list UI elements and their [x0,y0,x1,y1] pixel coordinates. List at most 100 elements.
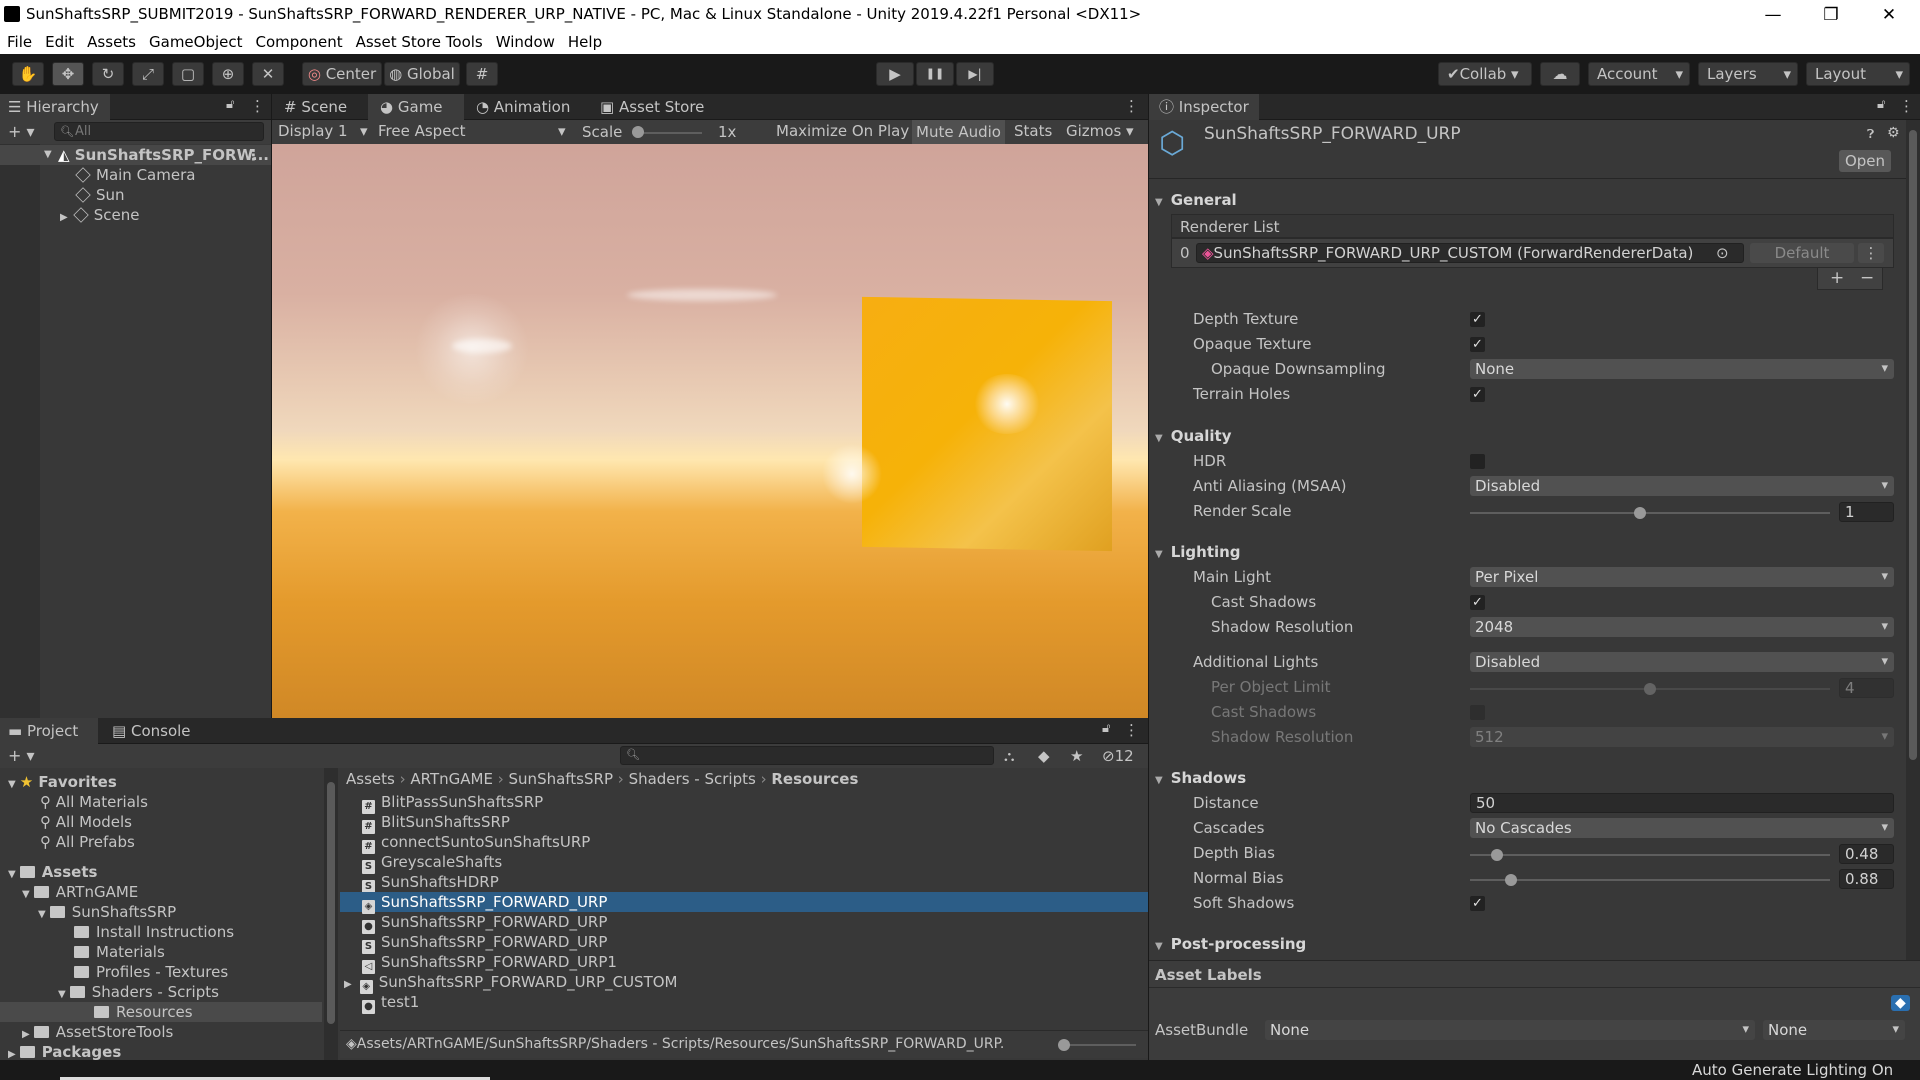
file-list-item[interactable]: # connectSuntoSunShaftsURP [340,832,1148,854]
scene-row[interactable]: ▼ ◭ SunShaftsSRP_FORW... ⋮ [0,145,271,165]
render-scale-slider[interactable] [1470,512,1830,514]
cloud-icon[interactable]: ☁ [1540,62,1580,86]
expand-arrow-icon[interactable]: ▼ [44,145,52,165]
scene-menu-icon[interactable]: ⋮ [246,145,261,165]
lock-icon[interactable]: 🔓︎ [226,97,234,112]
panel-menu-icon[interactable]: ⋮ [1124,721,1139,739]
layers-dropdown[interactable]: Layers ▾ [1698,62,1798,86]
menu-file[interactable]: File [0,30,38,51]
grid-snap-icon[interactable]: # [466,62,498,86]
cast-shadows-checkbox[interactable]: ✓ [1470,595,1485,610]
renderer-object-field[interactable]: ◈SunShaftsSRP_FORWARD_URP_CUSTOM (Forwar… [1196,243,1744,263]
menu-edit[interactable]: Edit [38,30,80,51]
expand-arrow-icon[interactable]: ▶ [60,212,68,223]
favorite-all-materials[interactable]: ⚲ All Materials [40,792,148,812]
section-shadows[interactable]: Shadows [1155,769,1246,787]
transform-tool-icon[interactable]: ⊕ [212,62,244,86]
game-render-viewport[interactable] [272,144,1148,718]
asset-bundle-dropdown[interactable]: None [1265,1020,1755,1040]
label-tag-icon[interactable]: ◆ [1891,995,1910,1011]
pause-button[interactable]: ❚❚ [916,62,954,86]
account-dropdown[interactable]: Account ▾ [1588,62,1690,86]
breadcrumb-sunshaftssrp[interactable]: SunShaftsSRP [509,770,613,788]
hand-tool-icon[interactable]: ✋ [12,62,44,86]
breadcrumb-resources[interactable]: Resources [771,770,858,788]
gizmos-dropdown[interactable]: Gizmos ▾ [1062,122,1138,140]
depth-bias-knob[interactable] [1490,849,1503,861]
file-list-item[interactable]: ◁ SunShaftsSRP_FORWARD_URP1 [340,952,1148,974]
tab-scene[interactable]: # Scene [272,94,368,120]
tree-item-packages[interactable]: ▶ Packages [8,1042,121,1060]
msaa-dropdown[interactable]: Disabled [1470,476,1894,496]
panel-menu-icon[interactable]: ⋮ [250,97,265,115]
create-icon[interactable]: + ▾ [8,746,35,765]
step-button[interactable]: ▶| [956,62,994,86]
tab-game[interactable]: ◕ Game [368,94,464,120]
minimize-button[interactable]: — [1744,0,1802,30]
render-scale-field[interactable]: 1 [1839,502,1894,522]
main-light-dropdown[interactable]: Per Pixel [1470,567,1894,587]
maximize-button[interactable]: ❐ [1802,0,1860,30]
favorites-header[interactable]: ▼ ★ Favorites [8,772,117,792]
tab-asset-store[interactable]: ▣ Asset Store [588,94,712,120]
panel-menu-icon[interactable]: ⋮ [1124,97,1139,115]
project-search-input[interactable] [620,746,994,765]
tree-item-artngame[interactable]: ▼ ARTnGAME [22,882,138,902]
file-list-item[interactable]: ◈ SunShaftsSRP_FORWARD_URP [340,892,1148,914]
cascades-dropdown[interactable]: No Cascades [1470,818,1894,838]
file-list-item[interactable]: ▶ ◈ SunShaftsSRP_FORWARD_URP_CUSTOM [340,972,1148,994]
tree-item-install-instructions[interactable]: Install Instructions [74,922,234,942]
tree-scrollbar-thumb[interactable] [327,782,335,1024]
tab-project[interactable]: ▬ Project [0,718,98,744]
move-tool-icon[interactable]: ✥ [52,62,84,86]
assets-header[interactable]: ▼ Assets [8,862,97,882]
hidden-packages-icon[interactable]: ⊘12 [1102,747,1134,765]
add-item-button[interactable]: + [1830,268,1844,288]
stats-button[interactable]: Stats [1010,122,1056,140]
pivot-center-button[interactable]: ◎ Center [302,62,382,86]
menu-component[interactable]: Component [249,30,349,51]
menu-gameobject[interactable]: GameObject [142,30,249,51]
close-button[interactable]: ✕ [1860,0,1918,30]
file-list-item[interactable]: S GreyscaleShafts [340,852,1148,874]
tab-console[interactable]: ▤ Console [100,718,210,744]
render-scale-knob[interactable] [1633,507,1646,519]
collab-dropdown[interactable]: ✔Collab ▾ [1438,62,1532,86]
tree-item-resources[interactable]: Resources [0,1002,322,1022]
custom-tool-icon[interactable]: ✕ [252,62,284,86]
tree-item-profiles-textures[interactable]: Profiles - Textures [74,962,228,982]
favorite-all-models[interactable]: ⚲ All Models [40,812,132,832]
file-list-item[interactable]: ● test1 [340,992,1148,1014]
breadcrumb-shaders-scripts[interactable]: Shaders - Scripts [629,770,756,788]
display-dropdown[interactable]: Display 1 ▾ [278,122,378,140]
object-picker-icon[interactable]: ⊙ [1716,244,1729,262]
section-general[interactable]: General [1155,191,1237,209]
soft-shadows-checkbox[interactable]: ✓ [1470,896,1485,911]
normal-bias-slider[interactable] [1470,879,1830,881]
tree-item-assetstoretools[interactable]: ▶ AssetStoreTools [22,1022,173,1042]
inspector-scrollbar-thumb[interactable] [1909,130,1917,760]
tab-animation[interactable]: ◔ Animation [464,94,588,120]
breadcrumb-assets[interactable]: Assets [346,770,395,788]
scale-tool-icon[interactable]: ⤢ [132,62,164,86]
set-default-button[interactable]: Default [1750,243,1854,263]
breadcrumb-artngame[interactable]: ARTnGAME [410,770,493,788]
renderer-menu-icon[interactable]: ⋮ [1858,243,1884,263]
aspect-dropdown[interactable]: Free Aspect ▾ [378,122,578,140]
expand-arrow-icon[interactable]: ▶ [344,979,352,990]
add-icon[interactable]: + ▾ [8,122,35,141]
maximize-on-play-button[interactable]: Maximize On Play [772,122,913,140]
section-post-processing[interactable]: Post-processing [1155,935,1307,953]
tab-hierarchy[interactable]: ☰ Hierarchy [0,94,110,120]
filter-label-icon[interactable]: ◆ [1038,747,1050,765]
tab-inspector[interactable]: ⓘ Inspector [1149,94,1259,120]
hdr-checkbox[interactable] [1470,454,1485,469]
file-list-item[interactable]: S SunShaftsHDRP [340,872,1148,894]
section-lighting[interactable]: Lighting [1155,543,1241,561]
inspector-scrollbar[interactable] [1906,120,1920,960]
help-icon[interactable]: ❓︎ [1867,127,1874,142]
lock-icon[interactable]: 🔓︎ [1102,721,1110,736]
icon-size-slider[interactable] [1060,1044,1136,1046]
depth-bias-field[interactable]: 0.48 [1839,844,1894,864]
file-list-item[interactable]: ● SunShaftsSRP_FORWARD_URP [340,912,1148,934]
